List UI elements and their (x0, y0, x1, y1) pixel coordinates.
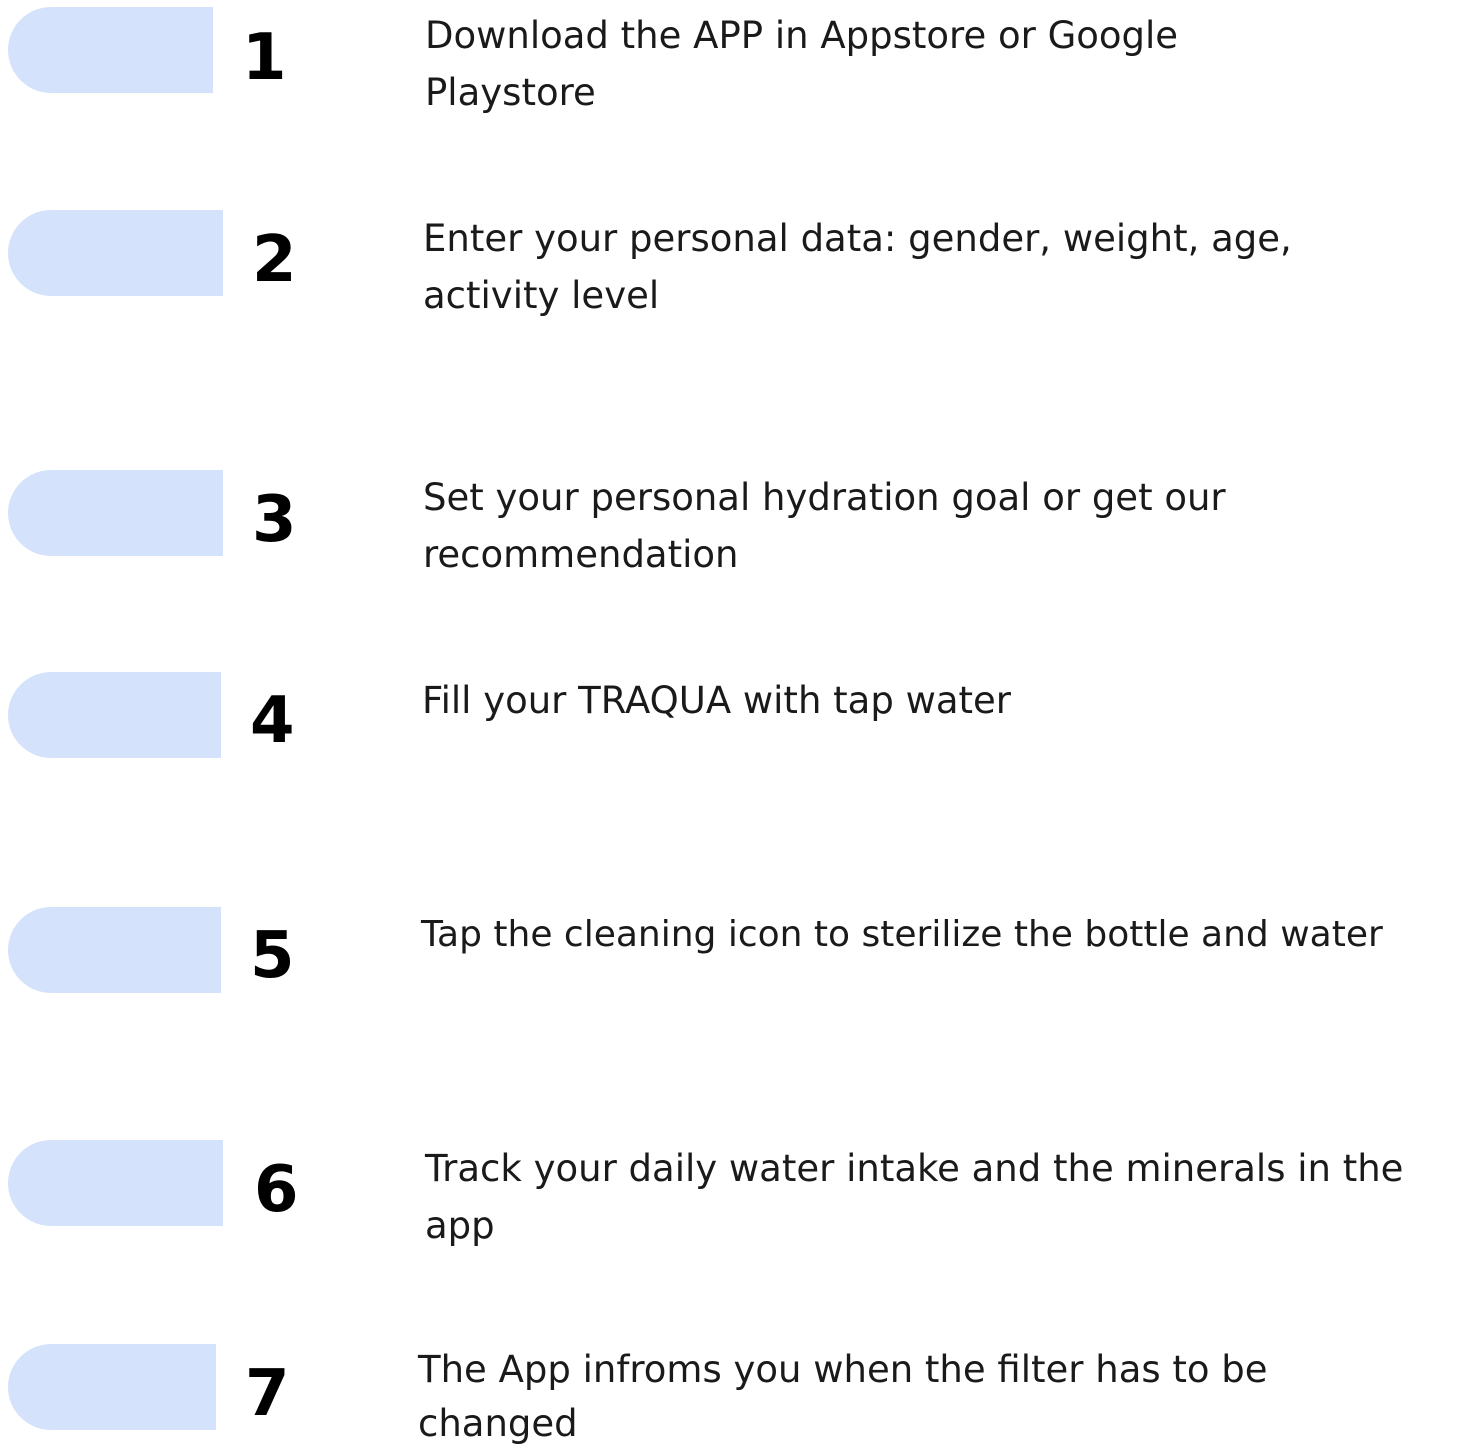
step-7-text: The App infroms you when the filter has … (418, 1348, 1268, 1445)
step-7-number: 7 (245, 1357, 290, 1431)
step-6-text: Track your daily water intake and the mi… (425, 1147, 1404, 1247)
step-1-number: 1 (242, 21, 287, 95)
step-3-text: Set your personal hydration goal or get … (423, 476, 1226, 576)
step-5-number: 5 (250, 919, 295, 993)
step-4-text: Fill your TRAQUA with tap water (422, 679, 1012, 722)
step-2-text: Enter your personal data: gender, weight… (423, 217, 1292, 317)
step-6-number: 6 (254, 1153, 299, 1227)
step-1-text: Download the APP in Appstore or Google P… (425, 14, 1179, 114)
step-6-pill (8, 1140, 223, 1226)
step-4-number: 4 (250, 684, 295, 758)
step-3-pill (8, 470, 223, 556)
step-1-pill (8, 7, 213, 93)
step-7-pill (8, 1344, 216, 1430)
step-3-number: 3 (252, 483, 297, 557)
step-2-number: 2 (252, 223, 297, 297)
step-2-pill (8, 210, 223, 296)
step-4-pill (8, 672, 221, 758)
step-5-text: Tap the cleaning icon to sterilize the b… (421, 914, 1383, 955)
step-5-pill (8, 907, 221, 993)
